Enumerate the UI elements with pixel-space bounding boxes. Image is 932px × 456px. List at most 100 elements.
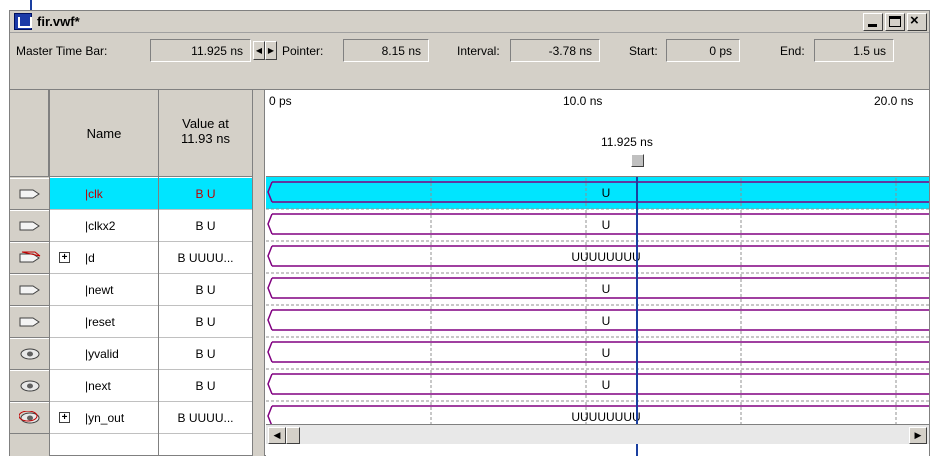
node-type-cell[interactable] [10,274,49,306]
node-type-cell[interactable] [10,370,49,402]
signal-name-row[interactable]: |newt [50,274,158,306]
start-field[interactable]: 0 ps [666,39,740,62]
signal-value-row[interactable]: B UUUU... [159,242,252,274]
input-pin-icon [19,219,41,233]
signal-name: |yn_out [85,411,125,425]
output-pin-icon [19,379,41,393]
tick-label: 0 ps [269,94,292,108]
signal-value: B UUUU... [177,251,234,265]
input-pin-icon [19,315,41,329]
expand-icon[interactable]: + [59,252,70,263]
signal-value-row[interactable]: B UUUU... [159,402,252,434]
waveform-traces: UUUUUUUUUUUUUUUUUUUUUU [266,177,929,456]
waveform-value-label: U [602,314,611,328]
signal-name: |next [85,379,111,393]
signal-value: B U [195,379,216,393]
maximize-button[interactable] [885,13,905,31]
signal-value-row[interactable]: B U [159,178,252,210]
name-column: Name |clk |clkx2 + |d |newt |reset |yvalid |nex… [50,90,159,456]
waveform-trace[interactable]: U [267,373,929,395]
name-header[interactable]: Name [50,90,158,177]
signal-value: B U [195,315,216,329]
node-type-cell[interactable] [10,178,49,210]
time-ruler: 0 ps 10.0 ns 20.0 ns 11.925 ns [266,90,929,177]
signal-name-row[interactable]: + |d [50,242,158,274]
waveform-trace[interactable]: U [267,341,929,363]
output-pin-icon [19,347,41,361]
waveform-value-label: U [602,282,611,296]
waveform-value-label: UUUUUUUU [571,410,640,424]
signal-name: |clkx2 [85,219,116,233]
waveform-trace[interactable]: U [267,309,929,331]
master-time-bar-field[interactable]: 11.925 ns [150,39,251,62]
maximize-icon [889,16,901,27]
window-title: fir.vwf* [37,14,80,29]
output-bus-icon [18,410,41,425]
scroll-thumb[interactable] [286,427,300,444]
minimize-button[interactable] [863,13,883,31]
tick-label: 20.0 ns [874,94,914,108]
signal-name-row[interactable]: + |yn_out [50,402,158,434]
signal-name: |newt [85,283,114,297]
signal-name-row[interactable]: |clk [50,178,158,210]
name-header-label: Name [86,126,122,141]
waveform-value-label: UUUUUUUU [571,250,640,264]
signal-name-row[interactable]: |next [50,370,158,402]
pointer-label: Pointer: [282,44,324,58]
pane-splitter[interactable] [253,90,265,456]
interval-label: Interval: [457,44,500,58]
signal-value-row[interactable]: B U [159,338,252,370]
signal-value: B U [195,347,216,361]
expand-icon[interactable]: + [59,412,70,423]
waveform-value-label: U [602,346,611,360]
scroll-left-icon: ◀ [273,430,281,440]
node-type-cell[interactable] [10,242,49,274]
node-type-cell[interactable] [10,402,49,434]
waveform-value-label: U [602,186,611,200]
waveform-trace[interactable]: U [267,213,929,235]
input-pin-icon [19,187,41,201]
waveform-trace[interactable]: UUUUUUUU [267,245,929,267]
signal-value: B U [195,283,216,297]
node-type-column [10,90,50,456]
value-header[interactable]: Value at 11.93 ns [159,90,252,177]
signal-value: B UUUU... [177,411,234,425]
end-field[interactable]: 1.5 us [814,39,894,62]
master-time-bar-handle[interactable] [631,154,644,167]
previous-transition-button[interactable]: ◀ [253,41,265,60]
signal-name-row[interactable]: |reset [50,306,158,338]
waveform-value-label: U [602,378,611,392]
value-header-line1: Value at [182,116,229,131]
end-label: End: [780,44,805,58]
close-button[interactable]: × [907,13,927,31]
scroll-left-button[interactable]: ◀ [268,427,286,444]
scroll-right-button[interactable]: ▶ [909,427,927,444]
signal-value-row[interactable]: B U [159,370,252,402]
waveform-trace[interactable]: U [267,277,929,299]
waveform-panel[interactable]: 0 ps 10.0 ns 20.0 ns 11.925 ns U U UUUUUUU… [266,90,929,456]
node-type-cell[interactable] [10,306,49,338]
waveform-value-label: U [602,218,611,232]
value-column: Value at 11.93 ns B U B U B UUUU... B U B U B… [159,90,253,456]
node-type-cell[interactable] [10,338,49,370]
minimize-icon [868,24,877,27]
signal-value-row[interactable]: B U [159,274,252,306]
node-type-cell[interactable] [10,210,49,242]
waveform-trace[interactable]: UUUUUUUU [267,405,929,427]
horizontal-scrollbar[interactable]: ◀ ▶ [266,424,929,444]
signal-name: |yvalid [85,347,119,361]
waveform-grid: Name |clk |clkx2 + |d |newt |reset |yvalid |nex… [10,89,929,456]
pointer-field: 8.15 ns [343,39,429,62]
signal-value-row[interactable]: B U [159,306,252,338]
input-bus-icon [19,251,41,265]
signal-value-row[interactable]: B U [159,210,252,242]
vwf-file-icon [14,13,32,30]
arrow-right-icon: ▶ [267,46,275,55]
signal-name: |clk [85,187,103,201]
next-transition-button[interactable]: ▶ [265,41,277,60]
close-icon: × [910,12,919,29]
signal-name-row[interactable]: |clkx2 [50,210,158,242]
signal-name-row[interactable]: |yvalid [50,338,158,370]
start-label: Start: [629,44,658,58]
value-header-line2: 11.93 ns [181,131,230,146]
